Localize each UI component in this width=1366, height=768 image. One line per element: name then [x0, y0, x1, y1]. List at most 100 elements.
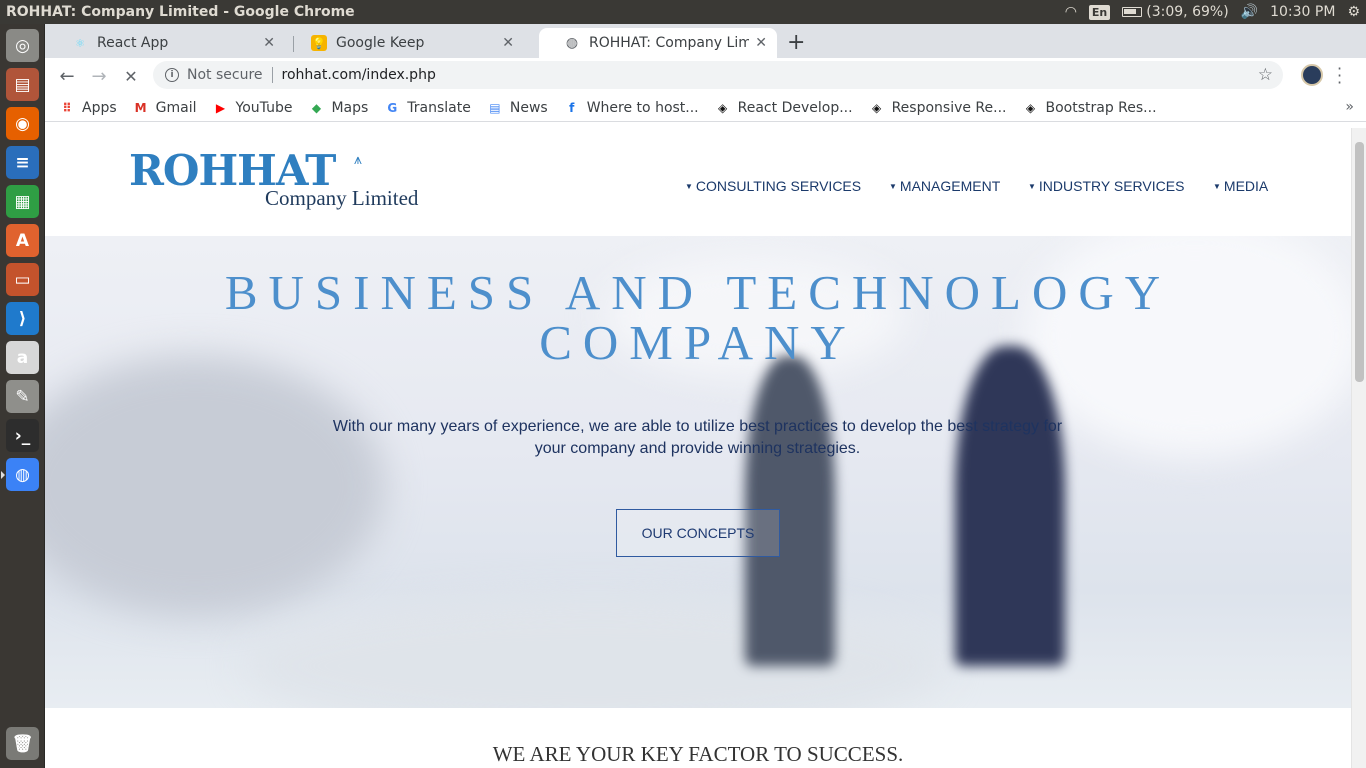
- apps-grid-icon: ⠿: [62, 100, 72, 115]
- nav-media[interactable]: ▼ MEDIA: [1213, 178, 1268, 194]
- nav-consulting-services[interactable]: ▼ CONSULTING SERVICES: [685, 178, 861, 194]
- hero-person-right: [955, 346, 1065, 666]
- bookmark-label: Bootstrap Res...: [1045, 99, 1157, 116]
- window-title: ROHHAT: Company Limited - Google Chrome: [6, 4, 355, 20]
- hero-title-line2: COMPANY: [539, 315, 857, 370]
- tab-title: React App: [97, 35, 169, 51]
- wifi-icon[interactable]: ◠: [1065, 4, 1077, 20]
- volume-icon[interactable]: 🔊: [1241, 4, 1258, 20]
- hero-title-line1: BUSINESS AND TECHNOLOGY: [224, 265, 1172, 320]
- battery-icon: [1122, 7, 1143, 17]
- tab-google-keep[interactable]: 💡 Google Keep ✕: [286, 28, 524, 58]
- chrome-icon[interactable]: ◍: [1, 458, 39, 491]
- our-concepts-button[interactable]: OUR CONCEPTS: [616, 509, 780, 557]
- translate-icon: G: [387, 100, 398, 115]
- stop-loading-icon[interactable]: ✕: [115, 67, 147, 86]
- bookmark-item[interactable]: ▤ News: [487, 100, 548, 116]
- nav-label: INDUSTRY SERVICES: [1038, 178, 1185, 194]
- calc-icon[interactable]: ▦: [6, 185, 39, 218]
- vscode-icon[interactable]: ⟩: [6, 302, 39, 335]
- bookmark-item[interactable]: f Where to host...: [564, 100, 699, 116]
- caret-down-icon: ▼: [685, 182, 693, 191]
- security-label[interactable]: Not secure: [187, 67, 263, 83]
- bookmark-item[interactable]: ◈ Bootstrap Res...: [1023, 100, 1157, 116]
- keep-icon: 💡: [311, 35, 327, 51]
- amazon-icon[interactable]: a: [6, 341, 39, 374]
- tab-title: ROHHAT: Company Limite: [589, 35, 750, 51]
- page-scrollbar[interactable]: [1351, 128, 1366, 768]
- caret-down-icon: ▼: [1028, 182, 1036, 191]
- close-icon[interactable]: ✕: [502, 35, 514, 51]
- battery-indicator[interactable]: (3:09, 69%): [1122, 4, 1229, 20]
- bookmark-label: Gmail: [155, 99, 197, 116]
- impress-icon[interactable]: ▭: [6, 263, 39, 296]
- bookmark-item[interactable]: ▶ YouTube: [213, 100, 293, 116]
- page-viewport: ROHHAT ⩚ Company Limited ▼ CONSULTING SER…: [45, 128, 1366, 768]
- codepen-icon: ◈: [718, 100, 728, 115]
- settings-icon[interactable]: ✎: [6, 380, 39, 413]
- tagline-heading: WE ARE YOUR KEY FACTOR TO SUCCESS.: [492, 742, 904, 766]
- software-center-icon[interactable]: A: [6, 224, 39, 257]
- nav-management[interactable]: ▼ MANAGEMENT: [889, 178, 1000, 194]
- bookmark-label: YouTube: [235, 99, 293, 116]
- info-icon[interactable]: i: [165, 68, 179, 82]
- hero-title: BUSINESS AND TECHNOLOGY COMPANY: [45, 268, 1351, 368]
- bookmarks-bar: ⠿ Apps M Gmail ▶ YouTube ◆ Maps G Translate ▤ News f…: [45, 94, 1366, 122]
- nav-label: MEDIA: [1223, 178, 1269, 194]
- omnibox-divider: [271, 67, 273, 83]
- address-bar[interactable]: i Not secure rohhat.com/index.php ☆: [153, 61, 1283, 89]
- bookmark-item[interactable]: ◈ React Develop...: [715, 100, 853, 116]
- new-tab-plus-icon[interactable]: +: [787, 30, 805, 55]
- caret-down-icon: ▼: [1213, 182, 1221, 191]
- close-icon[interactable]: ✕: [263, 35, 275, 51]
- hero-bg-shape: [245, 596, 945, 708]
- bookmark-item[interactable]: ◈ Responsive Re...: [869, 100, 1007, 116]
- ubuntu-dash-icon[interactable]: ◎: [6, 29, 39, 62]
- nav-label: CONSULTING SERVICES: [695, 178, 862, 194]
- power-gear-icon[interactable]: ⚙: [1347, 4, 1360, 20]
- writer-icon[interactable]: ≡: [6, 146, 39, 179]
- site-logo[interactable]: ROHHAT ⩚ Company Limited: [129, 146, 418, 211]
- bookmark-item[interactable]: ⠿ Apps: [59, 100, 116, 116]
- bookmark-star-icon[interactable]: ☆: [1258, 65, 1273, 85]
- codepen-icon: ◈: [871, 100, 882, 115]
- clock[interactable]: 10:30 PM: [1270, 4, 1335, 20]
- files-icon[interactable]: ▤: [6, 68, 39, 101]
- url-text[interactable]: rohhat.com/index.php: [282, 67, 436, 83]
- close-icon[interactable]: ✕: [755, 35, 767, 51]
- gmail-icon: M: [134, 100, 147, 115]
- logo-arrows-icon: ⩚: [354, 152, 362, 168]
- terminal-icon[interactable]: ›_: [6, 419, 39, 452]
- chrome-menu-icon[interactable]: · · ·: [1337, 61, 1342, 91]
- hero-section: BUSINESS AND TECHNOLOGY COMPANY With our…: [45, 236, 1351, 708]
- chrome-window: ⚛ React App ✕ 💡 Google Keep ✕ ◍ ROHHAT: …: [45, 24, 1366, 768]
- bookmark-item[interactable]: G Translate: [384, 100, 471, 116]
- nav-industry-services[interactable]: ▼ INDUSTRY SERVICES: [1028, 178, 1184, 194]
- maps-icon: ◆: [311, 100, 322, 115]
- keyboard-language[interactable]: En: [1088, 4, 1111, 20]
- tab-title: Google Keep: [336, 35, 425, 51]
- more-bookmarks-icon[interactable]: »: [1345, 99, 1354, 115]
- scrollbar-thumb[interactable]: [1355, 142, 1364, 382]
- firefox-icon[interactable]: ◉: [6, 107, 39, 140]
- back-arrow-icon[interactable]: ←: [51, 66, 83, 87]
- react-icon: ⚛: [75, 36, 85, 50]
- bookmark-item[interactable]: M Gmail: [133, 100, 197, 116]
- bookmark-item[interactable]: ◆ Maps: [308, 100, 368, 116]
- unity-launcher: ◎ ▤ ◉ ≡ ▦ A ▭ ⟩ a ✎ ›_ ◍ 🗑: [0, 24, 45, 768]
- system-tray: ◠ En (3:09, 69%) 🔊 10:30 PM ⚙: [1065, 4, 1360, 20]
- tab-rohhat[interactable]: ◍ ROHHAT: Company Limite ✕: [539, 28, 777, 58]
- freecodecamp-icon: f: [569, 100, 575, 115]
- trash-icon[interactable]: 🗑: [6, 727, 39, 760]
- site-header: ROHHAT ⩚ Company Limited ▼ CONSULTING SER…: [45, 128, 1351, 233]
- tab-react-app[interactable]: ⚛ React App ✕: [47, 28, 285, 58]
- bookmark-label: Where to host...: [586, 99, 699, 116]
- nav-label: MANAGEMENT: [899, 178, 1001, 194]
- youtube-icon: ▶: [215, 100, 226, 115]
- forward-arrow-icon[interactable]: →: [83, 66, 115, 87]
- profile-avatar[interactable]: [1301, 64, 1323, 86]
- ubuntu-top-panel: ROHHAT: Company Limited - Google Chrome …: [0, 0, 1366, 24]
- hero-bg-shape: [45, 356, 385, 616]
- bookmark-label: React Develop...: [737, 99, 853, 116]
- codepen-icon: ◈: [1025, 100, 1036, 115]
